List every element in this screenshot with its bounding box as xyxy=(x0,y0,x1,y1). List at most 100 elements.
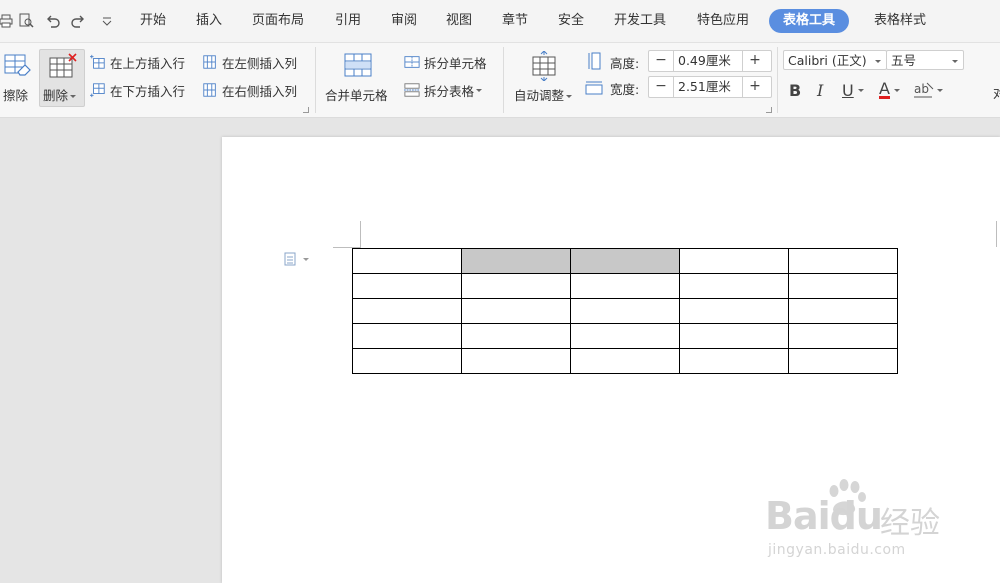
insert-col-right-icon xyxy=(203,83,216,97)
table-row xyxy=(352,298,898,324)
print-icon[interactable] xyxy=(0,11,16,31)
tab-special-apps[interactable]: 特色应用 xyxy=(697,11,749,31)
merge-cells-label: 合并单元格 xyxy=(325,88,388,103)
table-cell[interactable] xyxy=(461,298,571,324)
table-cell[interactable] xyxy=(788,348,898,374)
table-cell[interactable] xyxy=(679,298,789,324)
width-decrease-button[interactable]: − xyxy=(649,77,673,97)
table-cell[interactable] xyxy=(788,298,898,324)
tab-insert[interactable]: 插入 xyxy=(196,11,222,31)
document-table[interactable] xyxy=(352,248,898,374)
table-cell[interactable] xyxy=(679,248,789,274)
width-increase-button[interactable]: + xyxy=(743,77,767,97)
height-increase-button[interactable]: + xyxy=(743,51,767,71)
table-cell-selected[interactable] xyxy=(461,248,571,274)
tab-page-layout[interactable]: 页面布局 xyxy=(252,11,304,31)
split-cells-button[interactable]: 拆分单元格 xyxy=(404,52,487,72)
table-cell[interactable] xyxy=(352,323,462,349)
auto-adjust-icon xyxy=(532,51,556,81)
table-cell[interactable] xyxy=(570,273,680,299)
tab-table-style[interactable]: 表格样式 xyxy=(874,11,926,31)
tab-home[interactable]: 开始 xyxy=(140,11,166,31)
insert-row-above-button[interactable]: 在上方插入行 xyxy=(90,52,185,72)
watermark-url: jingyan.baidu.com xyxy=(768,542,906,558)
italic-button[interactable]: I xyxy=(817,79,823,101)
margin-mark xyxy=(996,221,997,247)
delete-label: 删除 xyxy=(43,85,77,104)
width-input[interactable]: 2.51厘米 xyxy=(673,77,743,97)
tab-table-tools[interactable]: 表格工具 xyxy=(769,9,850,33)
col-width-stepper[interactable]: − 2.51厘米 + xyxy=(648,76,772,98)
character-shading-icon: ab xyxy=(914,82,934,98)
height-input[interactable]: 0.49厘米 xyxy=(673,51,743,71)
table-cell[interactable] xyxy=(461,323,571,349)
bold-button[interactable]: B xyxy=(789,79,801,101)
print-preview-icon[interactable] xyxy=(16,11,36,31)
underline-glyph: U xyxy=(842,80,854,100)
split-cells-label: 拆分单元格 xyxy=(424,55,487,71)
chevron-down-icon xyxy=(952,60,958,63)
table-cell[interactable] xyxy=(352,348,462,374)
erase-button[interactable]: 擦除 xyxy=(0,49,36,107)
customize-toolbar-icon[interactable] xyxy=(97,11,117,31)
table-handle[interactable] xyxy=(284,252,309,266)
split-table-button[interactable]: 拆分表格 xyxy=(404,80,483,100)
split-table-label: 拆分表格 xyxy=(424,83,475,99)
tab-developer-tools[interactable]: 开发工具 xyxy=(614,11,666,31)
table-cell[interactable] xyxy=(570,323,680,349)
redo-icon[interactable] xyxy=(68,11,88,31)
font-name-value: Calibri (正文) xyxy=(788,53,867,68)
font-size-select[interactable]: 五号 xyxy=(886,50,964,70)
chevron-down-icon xyxy=(303,257,309,261)
character-shading-button[interactable]: ab xyxy=(913,79,943,101)
table-cell[interactable] xyxy=(679,323,789,349)
table-cell-selected[interactable] xyxy=(570,248,680,274)
insert-col-right-button[interactable]: 在右侧插入列 xyxy=(202,80,297,100)
table-cell[interactable] xyxy=(570,298,680,324)
delete-button[interactable]: 删除 xyxy=(39,49,85,107)
insert-col-left-label: 在左侧插入列 xyxy=(222,55,298,71)
paragraph-align-button[interactable]: 对 xyxy=(993,83,1000,102)
table-cell[interactable] xyxy=(570,348,680,374)
insert-row-below-label: 在下方插入行 xyxy=(110,83,186,99)
auto-adjust-button[interactable]: 自动调整 xyxy=(510,49,578,107)
tab-view[interactable]: 视图 xyxy=(446,11,472,31)
insert-row-below-button[interactable]: 在下方插入行 xyxy=(90,80,185,100)
rows-cols-dialog-launcher-icon[interactable] xyxy=(303,107,309,113)
chevron-down-icon xyxy=(566,95,573,98)
cell-size-dialog-launcher-icon[interactable] xyxy=(766,107,772,113)
table-cell[interactable] xyxy=(788,248,898,274)
tab-review[interactable]: 审阅 xyxy=(391,11,417,31)
auto-adjust-label: 自动调整 xyxy=(514,85,573,104)
height-label: 高度: xyxy=(610,56,640,71)
merge-cells-button[interactable]: 合并单元格 xyxy=(322,49,396,107)
insert-col-left-button[interactable]: 在左侧插入列 xyxy=(202,52,297,72)
ribbon-divider xyxy=(503,47,504,113)
table-cell[interactable] xyxy=(352,248,462,274)
undo-icon[interactable] xyxy=(43,11,63,31)
table-cell[interactable] xyxy=(461,273,571,299)
font-size-value: 五号 xyxy=(891,53,917,68)
menu-bar: 开始 插入 页面布局 引用 审阅 视图 章节 安全 开发工具 特色应用 表格工具… xyxy=(0,0,1000,43)
height-decrease-button[interactable]: − xyxy=(649,51,673,71)
svg-text:ab: ab xyxy=(914,82,929,96)
table-cell[interactable] xyxy=(679,348,789,374)
tab-chapter[interactable]: 章节 xyxy=(502,11,528,31)
font-color-glyph: A xyxy=(879,79,890,99)
row-height-stepper[interactable]: − 0.49厘米 + xyxy=(648,50,772,72)
table-cell[interactable] xyxy=(352,273,462,299)
font-name-select[interactable]: Calibri (正文) xyxy=(783,50,887,70)
tab-security[interactable]: 安全 xyxy=(558,11,584,31)
underline-button[interactable]: U xyxy=(842,79,864,101)
table-cell[interactable] xyxy=(461,348,571,374)
chevron-down-icon xyxy=(476,88,483,92)
tab-references[interactable]: 引用 xyxy=(335,11,361,31)
table-cell[interactable] xyxy=(788,273,898,299)
table-cell[interactable] xyxy=(788,323,898,349)
font-color-button[interactable]: A xyxy=(879,79,900,101)
table-cell[interactable] xyxy=(352,298,462,324)
watermark-brand-cn: 经验 xyxy=(880,506,940,541)
delete-table-icon xyxy=(49,53,77,78)
chevron-down-icon xyxy=(937,88,943,92)
table-cell[interactable] xyxy=(679,273,789,299)
